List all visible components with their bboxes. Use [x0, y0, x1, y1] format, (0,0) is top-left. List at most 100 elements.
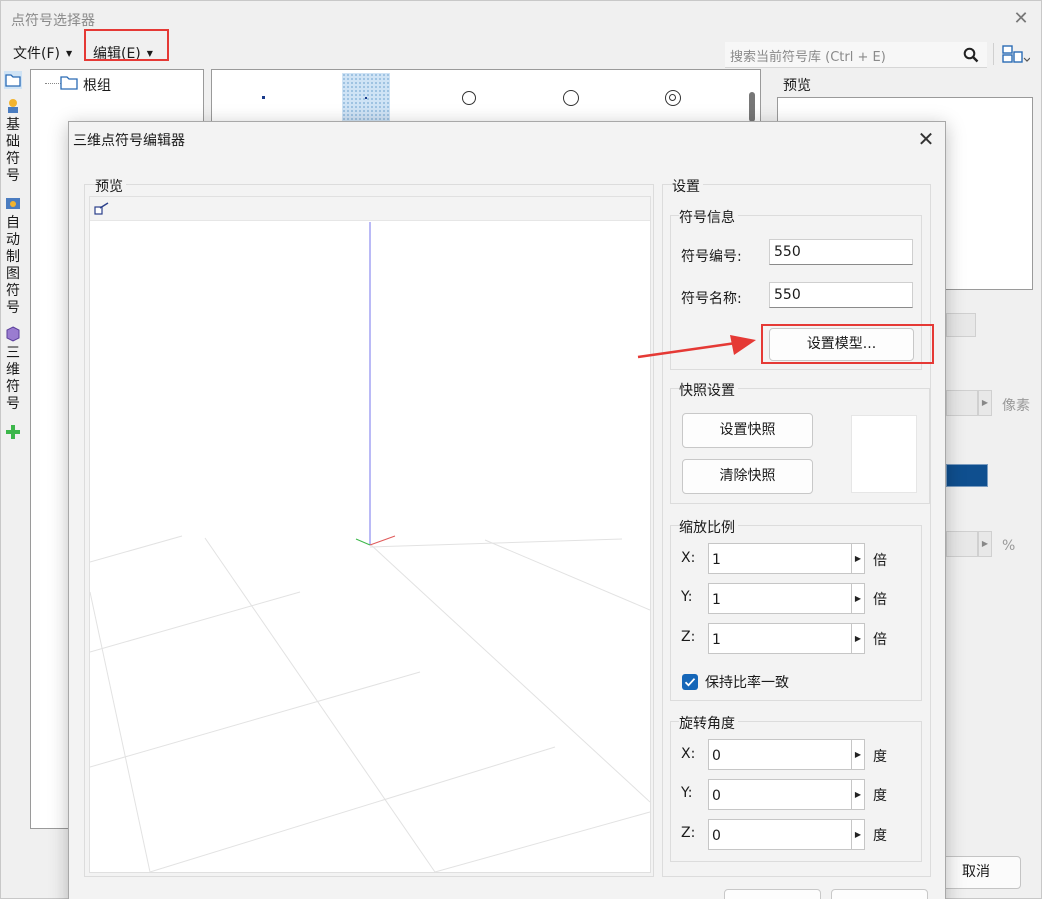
symbol-dot-tiny: [365, 97, 367, 99]
settings-group-label: 设置: [672, 176, 703, 196]
symbol-circle-small[interactable]: [462, 91, 476, 105]
view-layout-icon[interactable]: [1002, 44, 1030, 64]
symbol-grid[interactable]: [211, 69, 761, 129]
rotation-y-value: 0: [712, 788, 721, 804]
symbol-id-label: 符号编号:: [681, 249, 742, 265]
search-input[interactable]: 搜索当前符号库 (Ctrl + E): [725, 42, 987, 68]
3d-viewport[interactable]: [90, 222, 650, 872]
annotation-arrow-icon: [637, 335, 756, 359]
rotation-z-field[interactable]: 0 ▶: [708, 819, 865, 850]
ok-button[interactable]: [724, 889, 821, 899]
rotation-x-label: X:: [681, 746, 696, 762]
symbol-circle-ring[interactable]: [665, 90, 681, 106]
symbol-id-field[interactable]: 550: [769, 239, 913, 265]
rotation-group: X: 0 ▶ 度 Y: 0 ▶ 度 Z: 0 ▶ 度: [670, 721, 922, 862]
scale-z-label: Z:: [681, 629, 696, 645]
window-title: 点符号选择器: [11, 13, 95, 29]
highlight-edit-menu: [84, 29, 169, 61]
snapshot-group: 设置快照 清除快照: [670, 388, 930, 504]
size-unit-label: 像素: [1002, 398, 1030, 414]
background-field[interactable]: [946, 313, 976, 337]
rotation-z-label: Z:: [681, 825, 696, 841]
preview-toolbar: [90, 197, 650, 221]
close-icon[interactable]: ✕: [915, 128, 937, 150]
symbol-name-label: 符号名称:: [681, 291, 742, 307]
close-icon[interactable]: ✕: [1011, 9, 1031, 29]
keep-ratio-checkbox[interactable]: [682, 674, 698, 690]
scale-x-field[interactable]: 1 ▶: [708, 543, 865, 574]
scale-label: 缩放比例: [679, 517, 738, 537]
preview-group-label: 预览: [95, 176, 126, 196]
spin-arrow-icon[interactable]: ▶: [851, 820, 864, 849]
scale-y-field[interactable]: 1 ▶: [708, 583, 865, 614]
search-placeholder: 搜索当前符号库 (Ctrl + E): [730, 50, 886, 65]
symbol-name-field[interactable]: 550: [769, 282, 913, 308]
search-icon[interactable]: [963, 47, 979, 63]
opacity-field[interactable]: [946, 531, 978, 557]
rotation-x-value: 0: [712, 748, 721, 764]
3d-symbol-icon[interactable]: [4, 325, 22, 343]
spin-arrow-icon[interactable]: ▶: [851, 740, 864, 769]
caret-down-icon: ▼: [65, 49, 73, 58]
folder-tab-icon[interactable]: [4, 71, 22, 89]
opacity-spin-arrow[interactable]: ▶: [978, 531, 992, 557]
clear-snapshot-button[interactable]: 清除快照: [682, 459, 813, 494]
selected-symbol-cell[interactable]: [342, 73, 390, 123]
folder-icon: [60, 76, 78, 90]
scale-z-unit: 倍: [873, 632, 887, 648]
rotation-y-field[interactable]: 0 ▶: [708, 779, 865, 810]
3d-point-symbol-editor-dialog: 三维点符号编辑器 ✕ 预览 设置 符号编号: 550 符号名称: 550 设置模…: [68, 121, 946, 899]
scale-z-value: 1: [712, 632, 721, 648]
spin-arrow-icon[interactable]: ▶: [851, 780, 864, 809]
3d-preview-frame: [89, 196, 651, 873]
spin-arrow-icon[interactable]: ▶: [851, 624, 864, 653]
scale-x-value: 1: [712, 552, 721, 568]
tree-connector: [45, 83, 61, 84]
symbol-dot-small[interactable]: [262, 96, 265, 99]
color-swatch[interactable]: [946, 464, 988, 487]
symbol-grid-scrollbar[interactable]: [749, 92, 755, 122]
rotation-x-field[interactable]: 0 ▶: [708, 739, 865, 770]
auto-mapping-symbol-icon[interactable]: [4, 195, 22, 213]
snapshot-preview: [851, 415, 917, 493]
preview-label: 预览: [783, 78, 811, 94]
spin-arrow-icon[interactable]: ▶: [851, 544, 864, 573]
rotation-x-unit: 度: [873, 749, 887, 765]
size-field[interactable]: [946, 390, 978, 416]
size-spin-arrow[interactable]: ▶: [978, 390, 992, 416]
scale-x-label: X:: [681, 550, 696, 566]
highlight-set-model: [761, 324, 934, 364]
toolbar-separator: [993, 43, 994, 65]
dialog-title: 三维点符号编辑器: [73, 133, 185, 149]
symbol-circle-medium[interactable]: [563, 90, 579, 106]
keep-ratio-label[interactable]: 保持比率一致: [705, 672, 789, 692]
symbol-inner-circle: [669, 94, 676, 101]
rotation-y-label: Y:: [681, 785, 693, 801]
symbol-info-label: 符号信息: [679, 207, 738, 227]
dialog-cancel-button[interactable]: [831, 889, 928, 899]
menu-file-label: 文件(F): [13, 46, 60, 62]
scale-x-unit: 倍: [873, 553, 887, 569]
set-snapshot-button[interactable]: 设置快照: [682, 413, 813, 448]
rotation-z-unit: 度: [873, 828, 887, 844]
tab-auto-mapping-symbols[interactable]: 自动制图符号: [4, 215, 22, 317]
tab-3d-symbols[interactable]: 三维符号: [4, 345, 22, 413]
rotation-label: 旋转角度: [679, 713, 738, 733]
tree-root-label[interactable]: 根组: [83, 75, 111, 95]
scale-y-unit: 倍: [873, 592, 887, 608]
add-icon[interactable]: [4, 423, 22, 441]
basic-symbol-icon[interactable]: [4, 97, 22, 115]
scale-y-value: 1: [712, 592, 721, 608]
symbol-library-tabs: 基础符号 自动制图符号 三维符号: [1, 69, 25, 829]
opacity-unit-label: %: [1002, 538, 1016, 554]
rotation-y-unit: 度: [873, 788, 887, 804]
camera-reset-icon[interactable]: [94, 202, 110, 216]
tab-basic-symbols[interactable]: 基础符号: [4, 117, 22, 185]
snapshot-label: 快照设置: [679, 380, 738, 400]
scale-group: X: 1 ▶ 倍 Y: 1 ▶ 倍 Z: 1 ▶ 倍 保持比率一致: [670, 525, 922, 701]
spin-arrow-icon[interactable]: ▶: [851, 584, 864, 613]
scale-z-field[interactable]: 1 ▶: [708, 623, 865, 654]
menu-file[interactable]: 文件(F) ▼: [13, 43, 72, 63]
scale-y-label: Y:: [681, 589, 693, 605]
rotation-z-value: 0: [712, 828, 721, 844]
